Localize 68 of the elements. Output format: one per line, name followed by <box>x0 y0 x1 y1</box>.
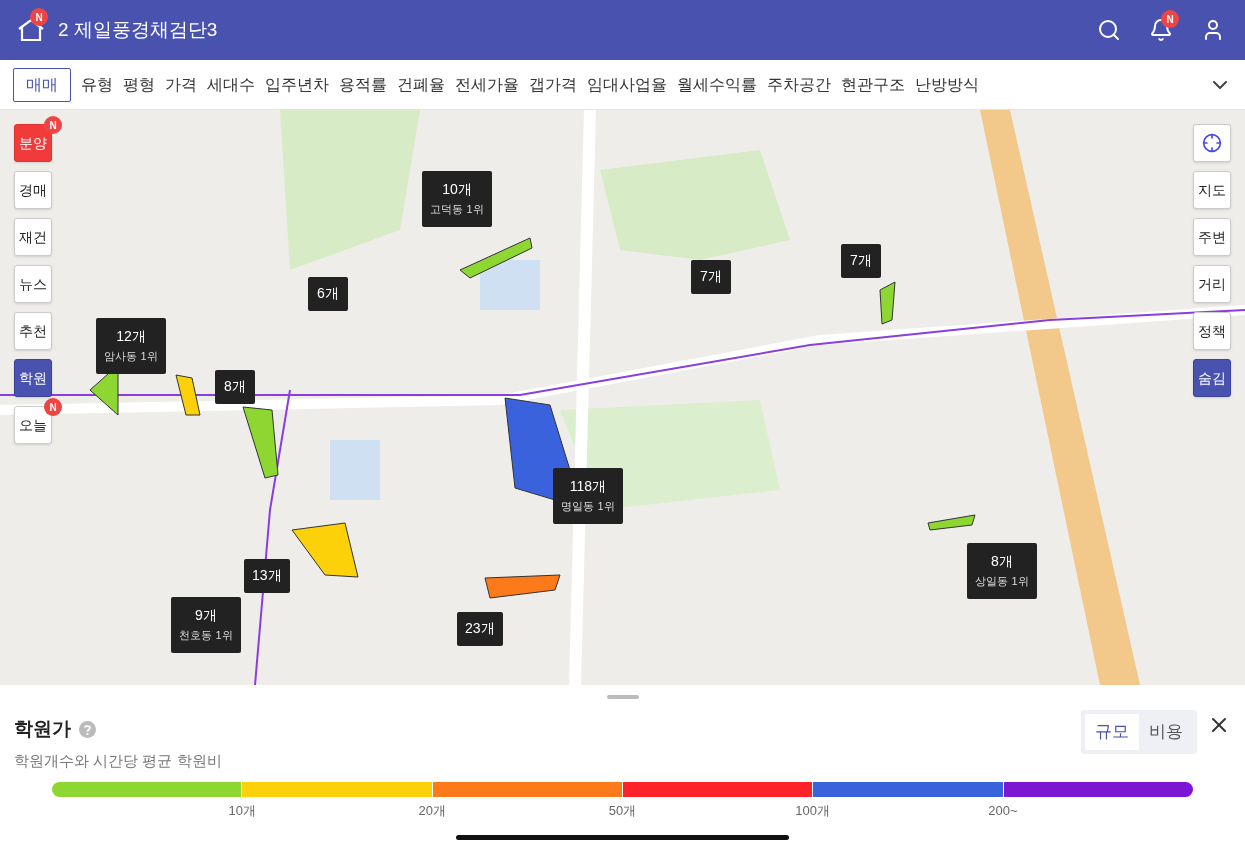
notification-badge: N <box>1161 10 1179 28</box>
academy-count-marker[interactable]: 8개 <box>215 370 255 404</box>
filter-tab[interactable]: 용적률 <box>339 72 387 97</box>
panel-title: 학원가 <box>14 717 71 741</box>
filter-tab[interactable]: 가격 <box>165 72 197 97</box>
drag-handle[interactable] <box>606 695 639 699</box>
academy-count-marker[interactable]: 118개 명일동 1위 <box>553 468 623 524</box>
filter-tab[interactable]: 입주년차 <box>265 72 329 97</box>
academy-count-marker[interactable]: 12개 암사동 1위 <box>96 318 166 374</box>
map-layer-button[interactable]: 학원 <box>14 359 52 397</box>
toggle-option[interactable]: 규모 <box>1085 714 1139 750</box>
marker-count: 118개 <box>569 478 607 496</box>
locate-icon <box>1202 133 1222 153</box>
app-title: 2 제일풍경채검단3 <box>58 17 218 42</box>
map-layer-button[interactable]: 뉴스 <box>14 265 52 303</box>
legend-label: 50개 <box>608 802 637 820</box>
marker-count: 8개 <box>224 378 246 396</box>
marker-rank: 고덕동 1위 <box>430 202 484 217</box>
academy-count-marker[interactable]: 8개 상일동 1위 <box>967 543 1037 599</box>
filter-tab[interactable]: 월세수익률 <box>677 72 757 97</box>
filter-tab[interactable]: 갭가격 <box>529 72 577 97</box>
marker-rank: 천호동 1위 <box>179 628 233 643</box>
locate-button[interactable] <box>1193 124 1231 162</box>
map-layer-button[interactable]: 정책 <box>1193 312 1231 350</box>
marker-count: 9개 <box>195 607 217 625</box>
academy-count-marker[interactable]: 7개 <box>841 244 881 278</box>
academy-count-marker[interactable]: 7개 <box>691 260 731 294</box>
legend-label: 10개 <box>228 802 256 820</box>
marker-rank: 명일동 1위 <box>561 499 615 514</box>
academy-count-marker[interactable]: 9개 천호동 1위 <box>171 597 241 653</box>
marker-count: 13개 <box>252 567 282 585</box>
panel-subtitle: 학원개수와 시간당 평균 학원비 <box>14 750 222 771</box>
academy-count-marker[interactable]: 6개 <box>308 277 348 311</box>
search-icon[interactable] <box>1097 18 1121 42</box>
legend-label: 200~ <box>988 802 1018 820</box>
map-layer-button[interactable]: 경매 <box>14 171 52 209</box>
marker-count: 10개 <box>442 181 472 199</box>
filter-tab[interactable]: 주차공간 <box>767 72 831 97</box>
marker-count: 12개 <box>116 328 146 346</box>
filter-tab[interactable]: 전세가율 <box>455 72 519 97</box>
map-layer-button[interactable]: 거리 <box>1193 265 1231 303</box>
map-layer-button[interactable]: 숨김 <box>1193 359 1231 397</box>
marker-rank: 상일동 1위 <box>975 574 1029 589</box>
map-layer-button[interactable]: 주변 <box>1193 218 1231 256</box>
filter-tab[interactable]: 세대수 <box>207 72 255 97</box>
academy-count-marker[interactable]: 10개 고덕동 1위 <box>422 171 492 227</box>
marker-count: 8개 <box>991 553 1013 571</box>
academy-count-marker[interactable]: 23개 <box>457 612 503 646</box>
filter-tab[interactable]: 평형 <box>123 72 155 97</box>
filter-tab[interactable]: 난방방식 <box>915 72 979 97</box>
map-layer-button[interactable]: 추천 <box>14 312 52 350</box>
marker-count: 7개 <box>850 252 872 270</box>
marker-count: 6개 <box>317 285 339 303</box>
academy-count-marker[interactable]: 13개 <box>244 559 290 593</box>
filter-tab[interactable]: 현관구조 <box>841 72 905 97</box>
marker-rank: 암사동 1위 <box>104 349 158 364</box>
filter-tab[interactable]: 유형 <box>81 72 113 97</box>
map-layer-button[interactable]: 재건 <box>14 218 52 256</box>
notification-badge: N <box>30 8 48 26</box>
toggle-option[interactable]: 비용 <box>1139 714 1193 750</box>
filter-tab[interactable]: 임대사업율 <box>587 72 667 97</box>
filter-tab[interactable]: 매매 <box>13 67 71 102</box>
legend-label: 20개 <box>418 802 447 820</box>
legend-label: 100개 <box>795 802 831 820</box>
map-layer-button[interactable]: 지도 <box>1193 171 1231 209</box>
filter-tab[interactable]: 건폐율 <box>397 72 445 97</box>
marker-count: 7개 <box>700 268 722 286</box>
marker-count: 23개 <box>465 620 495 638</box>
